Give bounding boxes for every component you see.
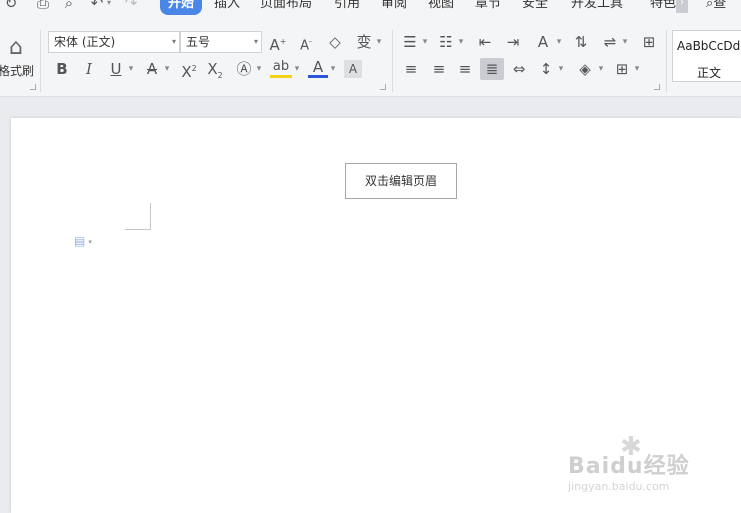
table-grid-icon[interactable]: ⊞ xyxy=(638,31,660,53)
tab-view[interactable]: 视图 xyxy=(420,0,462,15)
group-divider xyxy=(392,30,393,92)
char-shading-button[interactable]: A xyxy=(344,60,362,78)
align-left-icon[interactable]: ≡ xyxy=(400,58,422,80)
tab-page-layout[interactable]: 页面布局 xyxy=(252,0,320,15)
search-tab[interactable]: ⌕查 xyxy=(706,0,726,15)
watermark-url: jingyan.baidu.com xyxy=(568,480,670,493)
chevron-down-icon[interactable]: ▾ xyxy=(554,31,564,53)
group-divider xyxy=(40,30,41,92)
line-break-icon[interactable]: ⇌ xyxy=(600,31,620,53)
undo-dropdown-icon[interactable]: ▾ xyxy=(104,0,114,13)
shrink-font-button[interactable]: A- xyxy=(296,31,316,53)
print-icon[interactable]: ⎙ xyxy=(34,0,52,13)
text-direction-icon[interactable]: A xyxy=(532,31,554,53)
border-icon[interactable]: ⊞ xyxy=(612,58,632,80)
redo-icon[interactable]: ↷ xyxy=(122,0,140,13)
italic-button[interactable]: I xyxy=(80,58,98,80)
tab-security[interactable]: 安全 xyxy=(514,0,556,15)
decrease-indent-icon[interactable]: ⇤ xyxy=(474,31,496,53)
distributed-align-icon[interactable]: ⇔ xyxy=(508,58,530,80)
chevron-down-icon: ▾ xyxy=(171,37,176,46)
chevron-down-icon[interactable]: ▾ xyxy=(292,58,302,80)
chevron-down-icon[interactable]: ▾ xyxy=(420,31,430,53)
search-tab-label: 查 xyxy=(713,0,727,11)
chevron-down-icon[interactable]: ▾ xyxy=(632,58,642,80)
sort-icon[interactable]: ⇅ xyxy=(570,31,592,53)
paragraph-layout-button[interactable]: ▤ ▾ xyxy=(74,233,104,249)
justify-icon[interactable]: ≣ xyxy=(480,58,504,80)
bold-button[interactable]: B xyxy=(52,58,72,80)
chevron-down-icon[interactable]: ▾ xyxy=(456,31,466,53)
baidu-watermark: ✱ Baidu经验 jingyan.baidu.com xyxy=(568,432,728,500)
ribbon-toolbar: ↻ ⎙ ⌕ ↶ ▾ ↷ 开始 插入 页面布局 引用 审阅 视图 章节 安全 开发… xyxy=(0,0,741,97)
highlight-color-button[interactable]: ab xyxy=(270,58,292,78)
line-spacing-icon[interactable]: ↕ xyxy=(536,58,556,80)
font-size-value: 五号 xyxy=(186,35,211,49)
text-effect-icon[interactable]: Ⓐ xyxy=(234,58,254,80)
chevron-down-icon[interactable]: ▾ xyxy=(374,31,384,53)
tab-developer-tools[interactable]: 开发工具 xyxy=(563,0,631,15)
font-name-select[interactable]: 宋体 (正文) ▾ xyxy=(48,31,180,53)
chevron-down-icon: ▾ xyxy=(88,237,92,246)
tab-review[interactable]: 审阅 xyxy=(373,0,415,15)
tab-bar: ↻ ⎙ ⌕ ↶ ▾ ↷ 开始 插入 页面布局 引用 审阅 视图 章节 安全 开发… xyxy=(0,0,741,17)
style-gallery-normal[interactable]: AaBbCcDd 正文 xyxy=(672,30,741,82)
group-divider xyxy=(666,30,667,92)
chevron-down-icon[interactable]: ▾ xyxy=(620,31,630,53)
chevron-down-icon[interactable]: ▾ xyxy=(596,58,606,80)
tab-insert[interactable]: 插入 xyxy=(206,0,248,15)
increase-indent-icon[interactable]: ⇥ xyxy=(502,31,524,53)
chevron-down-icon[interactable]: ▾ xyxy=(162,58,172,80)
align-right-icon[interactable]: ≡ xyxy=(454,58,476,80)
format-painter-icon: ⌂ xyxy=(9,35,23,60)
font-group-launcher[interactable] xyxy=(380,84,386,90)
format-painter-label: 格式刷 xyxy=(0,64,35,78)
paragraph-group-launcher[interactable] xyxy=(654,84,660,90)
chevron-down-icon: ▾ xyxy=(253,37,258,46)
subscript-button[interactable]: X2 xyxy=(204,58,226,80)
font-name-value: 宋体 (正文) xyxy=(54,35,116,49)
align-center-icon[interactable]: ≡ xyxy=(428,58,450,80)
chevron-down-icon[interactable]: ▾ xyxy=(556,58,566,80)
strikethrough-button[interactable]: A xyxy=(142,58,162,80)
font-size-select[interactable]: 五号 ▾ xyxy=(180,31,262,53)
clear-format-icon[interactable]: ◇ xyxy=(324,31,346,53)
margin-corner-mark xyxy=(125,203,151,230)
watermark-brand: Baidu经验 xyxy=(568,454,690,479)
chevron-down-icon[interactable]: ▾ xyxy=(254,58,264,80)
print-preview-icon[interactable]: ⌕ xyxy=(60,0,78,13)
superscript-button[interactable]: X2 xyxy=(178,58,200,81)
style-sample: AaBbCcDd xyxy=(677,39,741,53)
tab-references[interactable]: 引用 xyxy=(326,0,368,15)
header-edit-hint[interactable]: 双击编辑页眉 xyxy=(345,163,457,199)
tab-scroll-right-icon[interactable]: › xyxy=(676,0,688,13)
font-color-button[interactable]: A xyxy=(308,58,328,78)
chevron-down-icon[interactable]: ▾ xyxy=(126,58,136,80)
tab-chapter[interactable]: 章节 xyxy=(467,0,509,15)
redo-history-icon[interactable]: ↻ xyxy=(2,0,20,13)
chevron-down-icon[interactable]: ▾ xyxy=(328,58,338,80)
shading-icon[interactable]: ◈ xyxy=(574,58,596,80)
clipboard-group-launcher[interactable] xyxy=(30,84,36,90)
bullet-list-icon[interactable]: ☰ xyxy=(400,31,420,53)
grow-font-button[interactable]: A+ xyxy=(268,31,288,54)
numbered-list-icon[interactable]: ☷ xyxy=(436,31,456,53)
tab-start[interactable]: 开始 xyxy=(160,0,203,15)
format-painter-button[interactable]: ⌂ 格式刷 xyxy=(0,33,34,85)
paragraph-layout-icon: ▤ xyxy=(74,234,86,248)
style-name: 正文 xyxy=(697,66,722,80)
phonetic-guide-icon[interactable]: 变 xyxy=(354,31,374,53)
underline-button[interactable]: U xyxy=(106,58,126,80)
